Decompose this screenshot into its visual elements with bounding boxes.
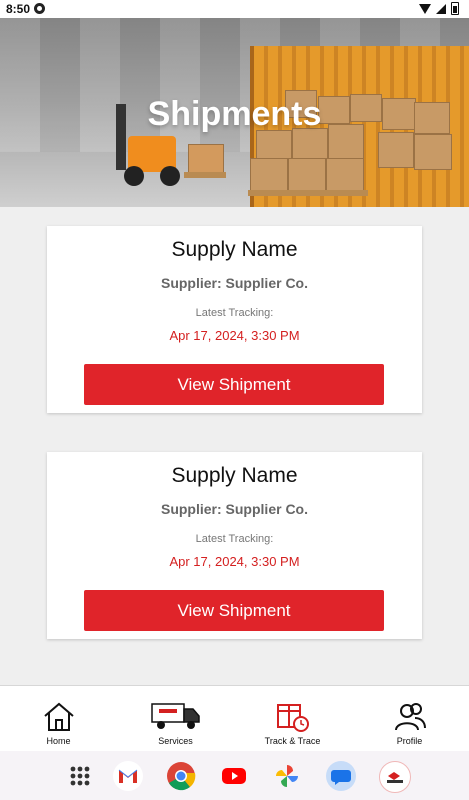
wheel-icon bbox=[160, 166, 180, 186]
crate-image bbox=[188, 144, 224, 174]
status-icons bbox=[419, 2, 459, 15]
tracking-label: Latest Tracking: bbox=[195, 307, 274, 319]
shipment-card: Supply Name Supplier: Supplier Co. Lates… bbox=[47, 226, 422, 413]
shipment-card: Supply Name Supplier: Supplier Co. Lates… bbox=[47, 452, 422, 639]
nav-item-profile[interactable]: Profile bbox=[351, 686, 468, 752]
supply-name: Supply Name bbox=[171, 238, 298, 261]
crate-image bbox=[288, 158, 326, 192]
page-title: Shipments bbox=[147, 95, 322, 133]
app-dock bbox=[0, 751, 469, 800]
tracking-date: Apr 17, 2024, 3:30 PM bbox=[169, 554, 300, 569]
nav-label-services: Services bbox=[158, 736, 193, 746]
photos-icon[interactable] bbox=[272, 761, 302, 791]
bottom-navigation: Home Services Track & Trace Profile bbox=[0, 685, 469, 752]
users-icon bbox=[394, 703, 426, 731]
nav-item-track-trace[interactable]: Track & Trace bbox=[234, 686, 351, 752]
crate-image bbox=[378, 132, 414, 168]
cargo-app-icon[interactable] bbox=[379, 761, 411, 793]
tracking-label: Latest Tracking: bbox=[195, 533, 274, 545]
tracking-date: Apr 17, 2024, 3:30 PM bbox=[169, 328, 300, 343]
view-shipment-button[interactable]: View Shipment bbox=[84, 364, 384, 405]
supply-name: Supply Name bbox=[171, 464, 298, 487]
nav-item-home[interactable]: Home bbox=[0, 686, 117, 752]
signal-icon bbox=[436, 3, 446, 14]
app-drawer-icon[interactable] bbox=[65, 761, 95, 791]
pallet-image bbox=[184, 172, 226, 178]
messages-icon[interactable] bbox=[326, 761, 356, 791]
supplier-text: Supplier: Supplier Co. bbox=[160, 275, 308, 291]
wifi-icon bbox=[419, 3, 431, 14]
nav-label-track-trace: Track & Trace bbox=[264, 736, 321, 746]
view-shipment-button[interactable]: View Shipment bbox=[84, 590, 384, 631]
nav-label-profile: Profile bbox=[396, 736, 423, 746]
status-time: 8:50 bbox=[6, 2, 31, 16]
truck-icon bbox=[150, 703, 200, 729]
supplier-text: Supplier: Supplier Co. bbox=[160, 501, 308, 517]
notification-icon bbox=[34, 3, 45, 14]
crate-image bbox=[326, 158, 364, 192]
status-bar: 8:50 bbox=[0, 0, 469, 18]
gmail-icon[interactable] bbox=[113, 761, 143, 791]
nav-item-services[interactable]: Services bbox=[117, 686, 234, 752]
youtube-icon[interactable] bbox=[219, 761, 249, 791]
nav-label-home: Home bbox=[46, 736, 71, 746]
wheel-icon bbox=[124, 166, 144, 186]
crate-image bbox=[250, 158, 288, 192]
chrome-icon[interactable] bbox=[166, 761, 196, 791]
pallet-image bbox=[248, 190, 368, 196]
home-icon bbox=[43, 702, 74, 731]
package-clock-icon bbox=[276, 704, 309, 732]
crate-image bbox=[414, 134, 452, 170]
battery-icon bbox=[451, 2, 459, 15]
header-banner: Shipments bbox=[0, 18, 469, 207]
